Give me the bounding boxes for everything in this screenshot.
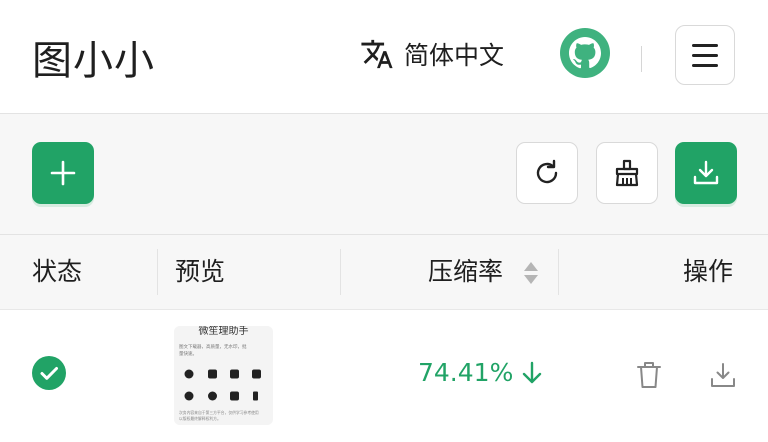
column-divider xyxy=(157,249,158,295)
compression-ratio: 74.41% xyxy=(418,358,543,387)
preview-line: 图文下载器，高质量，无水印，批 xyxy=(179,343,247,350)
clear-button[interactable] xyxy=(596,142,658,204)
column-header-preview: 预览 xyxy=(175,257,226,286)
download-icon[interactable] xyxy=(710,362,736,388)
download-all-button[interactable] xyxy=(675,142,737,204)
github-icon[interactable] xyxy=(560,28,610,78)
status-success-icon xyxy=(32,356,66,390)
translate-icon xyxy=(361,39,393,69)
plus-icon xyxy=(50,160,76,186)
trash-icon[interactable] xyxy=(636,360,662,390)
refresh-icon xyxy=(536,159,558,184)
top-header: 图小小 简体中文 xyxy=(0,0,768,114)
broom-icon xyxy=(615,159,639,187)
sort-icon[interactable] xyxy=(522,259,540,287)
preview-footer: 次务内容来自于第三方平台，仅供学习参考使用 xyxy=(179,410,259,415)
header-divider xyxy=(641,46,642,72)
preview-title: 微笙理助手 xyxy=(199,326,249,337)
arrow-down-icon xyxy=(523,361,542,383)
preview-footer: 以版权最终解释权利方。 xyxy=(179,416,221,421)
column-header-actions: 操作 xyxy=(683,257,734,286)
language-label: 简体中文 xyxy=(404,41,505,70)
download-icon xyxy=(693,160,719,185)
compression-ratio-value: 74.41% xyxy=(418,358,514,387)
column-divider xyxy=(340,249,341,295)
column-header-ratio[interactable]: 压缩率 xyxy=(428,235,503,309)
menu-bar-icon xyxy=(692,43,718,47)
add-image-button[interactable] xyxy=(32,142,94,204)
menu-bar-icon xyxy=(692,63,718,67)
app-logo[interactable]: 图小小 xyxy=(32,28,155,86)
preview-line: 量快速。 xyxy=(179,350,197,357)
preview-thumbnail: 微笙理助手 图文下载器，高质量，无水印，批 量快速。 次务内容来自于第三方平台，… xyxy=(174,326,273,425)
reprocess-button[interactable] xyxy=(516,142,578,204)
menu-button[interactable] xyxy=(675,25,735,85)
column-divider xyxy=(558,249,559,295)
column-header-status: 状态 xyxy=(32,257,83,286)
image-preview[interactable]: 微笙理助手 图文下载器，高质量，无水印，批 量快速。 次务内容来自于第三方平台，… xyxy=(174,326,273,425)
menu-bar-icon xyxy=(692,53,718,57)
language-switcher[interactable]: 简体中文 xyxy=(360,36,504,72)
table-header: 状态 预览 压缩率 操作 xyxy=(0,235,768,310)
toolbar xyxy=(0,114,768,235)
